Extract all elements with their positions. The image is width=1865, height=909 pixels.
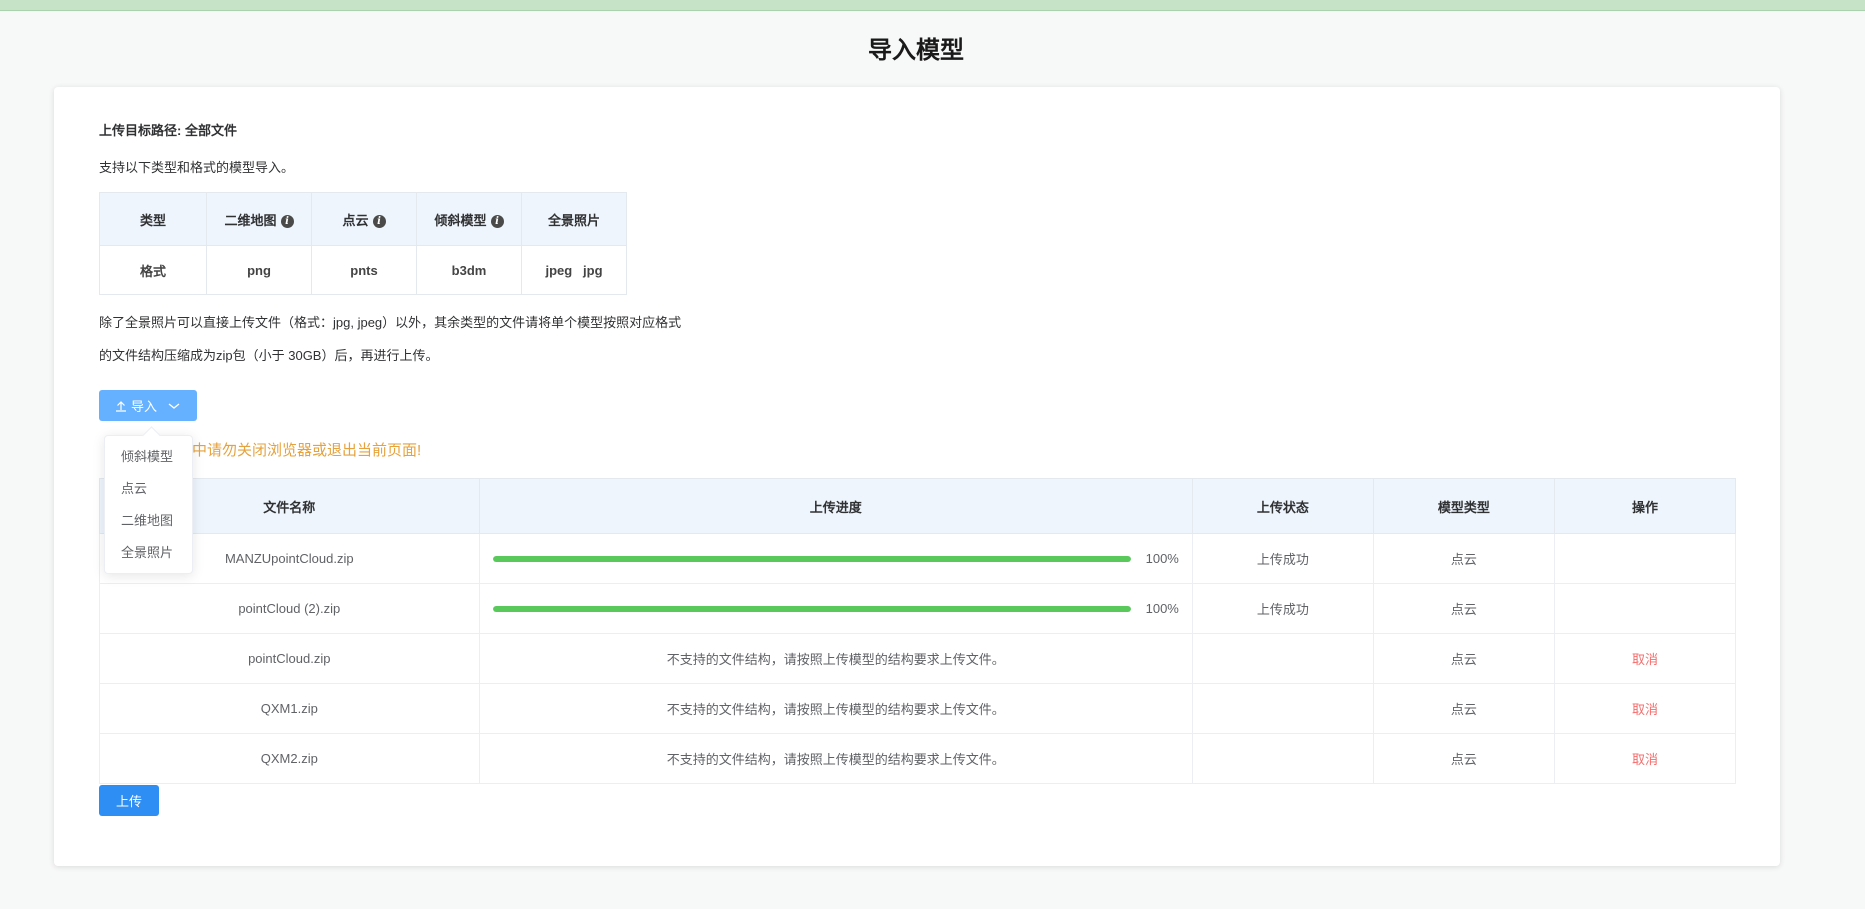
file-name: pointCloud (2).zip bbox=[99, 583, 480, 634]
format-header-2d-map: 二维地图 i bbox=[206, 192, 312, 246]
target-path: 上传目标路径: 全部文件 bbox=[99, 123, 237, 138]
format-header-point-cloud: 点云 i bbox=[311, 192, 417, 246]
format-table-row: 格式 png pnts b3dm jpeg jpg bbox=[99, 245, 627, 295]
table-row: MANZUpointCloud.zip 100% 上传成功 点云 bbox=[99, 533, 1737, 584]
row-action bbox=[1553, 533, 1737, 584]
info-icon[interactable]: i bbox=[280, 214, 294, 228]
format-table-header: 类型 二维地图 i 点云 i 倾斜模型 i 全景照片 bbox=[99, 192, 627, 246]
model-type: 点云 bbox=[1372, 583, 1555, 634]
column-upload-progress: 上传进度 bbox=[478, 478, 1193, 534]
upload-status: 上传成功 bbox=[1191, 533, 1374, 584]
import-dropdown-menu: 倾斜模型 点云 二维地图 全景照片 bbox=[104, 435, 193, 574]
progress-text: 100% bbox=[1145, 551, 1179, 566]
info-icon[interactable]: i bbox=[490, 214, 504, 228]
progress-text: 100% bbox=[1145, 601, 1179, 616]
table-row: pointCloud (2).zip 100% 上传成功 点云 bbox=[99, 583, 1737, 634]
file-name: QXM1.zip bbox=[99, 683, 480, 734]
cancel-link[interactable]: 取消 bbox=[1632, 702, 1658, 717]
model-type: 点云 bbox=[1372, 683, 1555, 734]
upload-status bbox=[1191, 733, 1374, 784]
file-name: QXM2.zip bbox=[99, 733, 480, 784]
file-name: pointCloud.zip bbox=[99, 633, 480, 684]
format-cell: 格式 bbox=[99, 245, 207, 295]
dropdown-item-2d-map[interactable]: 二维地图 bbox=[105, 505, 192, 537]
table-row: QXM2.zip 不支持的文件结构，请按照上传模型的结构要求上传文件。 点云 取… bbox=[99, 733, 1737, 784]
support-text: 支持以下类型和格式的模型导入。 bbox=[99, 160, 295, 175]
cancel-link[interactable]: 取消 bbox=[1632, 652, 1658, 667]
progress-bar: 100% bbox=[481, 601, 1191, 616]
upload-status bbox=[1191, 683, 1374, 734]
upload-files-table: 文件名称 上传进度 上传状态 模型类型 操作 MANZUpointCloud.z… bbox=[99, 478, 1737, 784]
format-header-panorama: 全景照片 bbox=[521, 192, 627, 246]
upload-status bbox=[1191, 633, 1374, 684]
format-table: 类型 二维地图 i 点云 i 倾斜模型 i 全景照片 格式 png pnts b3dm… bbox=[99, 192, 627, 295]
page-title: 导入模型 bbox=[868, 37, 964, 64]
progress-bar: 100% bbox=[481, 551, 1191, 566]
format-header-type: 类型 bbox=[99, 192, 207, 246]
model-type: 点云 bbox=[1372, 733, 1555, 784]
upload-warning: 中请勿关闭浏览器或退出当前页面! bbox=[192, 442, 422, 459]
cancel-link[interactable]: 取消 bbox=[1632, 752, 1658, 767]
column-upload-status: 上传状态 bbox=[1191, 478, 1374, 534]
error-message: 不支持的文件结构，请按照上传模型的结构要求上传文件。 bbox=[478, 683, 1193, 734]
dropdown-item-point-cloud[interactable]: 点云 bbox=[105, 473, 192, 505]
format-note-line-1: 除了全景照片可以直接上传文件（格式：jpg, jpeg）以外，其余类型的文件请将… bbox=[99, 315, 682, 330]
format-cell: pnts bbox=[311, 245, 417, 295]
format-note-line-2: 的文件结构压缩成为zip包（小于 30GB）后，再进行上传。 bbox=[99, 348, 439, 363]
import-button-label: 导入 bbox=[130, 399, 157, 414]
top-bar bbox=[0, 0, 1865, 11]
dropdown-item-panorama[interactable]: 全景照片 bbox=[105, 537, 192, 569]
upload-icon bbox=[115, 400, 126, 412]
row-action bbox=[1553, 583, 1737, 634]
column-actions: 操作 bbox=[1553, 478, 1737, 534]
format-cell: png bbox=[206, 245, 312, 295]
import-button[interactable]: 导入 bbox=[99, 390, 197, 421]
chevron-down-icon bbox=[168, 402, 180, 409]
import-card: 上传目标路径: 全部文件 支持以下类型和格式的模型导入。 类型 二维地图 i 点云… bbox=[54, 87, 1780, 866]
format-cell: jpeg jpg bbox=[521, 245, 627, 295]
upload-button[interactable]: 上传 bbox=[99, 785, 159, 816]
format-cell: b3dm bbox=[416, 245, 522, 295]
model-type: 点云 bbox=[1372, 533, 1555, 584]
model-type: 点云 bbox=[1372, 633, 1555, 684]
dropdown-item-oblique-model[interactable]: 倾斜模型 bbox=[105, 441, 192, 473]
table-row: pointCloud.zip 不支持的文件结构，请按照上传模型的结构要求上传文件… bbox=[99, 633, 1737, 684]
error-message: 不支持的文件结构，请按照上传模型的结构要求上传文件。 bbox=[478, 733, 1193, 784]
format-header-oblique-model: 倾斜模型 i bbox=[416, 192, 522, 246]
column-model-type: 模型类型 bbox=[1372, 478, 1555, 534]
files-table-header: 文件名称 上传进度 上传状态 模型类型 操作 bbox=[99, 478, 1737, 534]
upload-status: 上传成功 bbox=[1191, 583, 1374, 634]
table-row: QXM1.zip 不支持的文件结构，请按照上传模型的结构要求上传文件。 点云 取… bbox=[99, 683, 1737, 734]
info-icon[interactable]: i bbox=[372, 214, 386, 228]
error-message: 不支持的文件结构，请按照上传模型的结构要求上传文件。 bbox=[478, 633, 1193, 684]
